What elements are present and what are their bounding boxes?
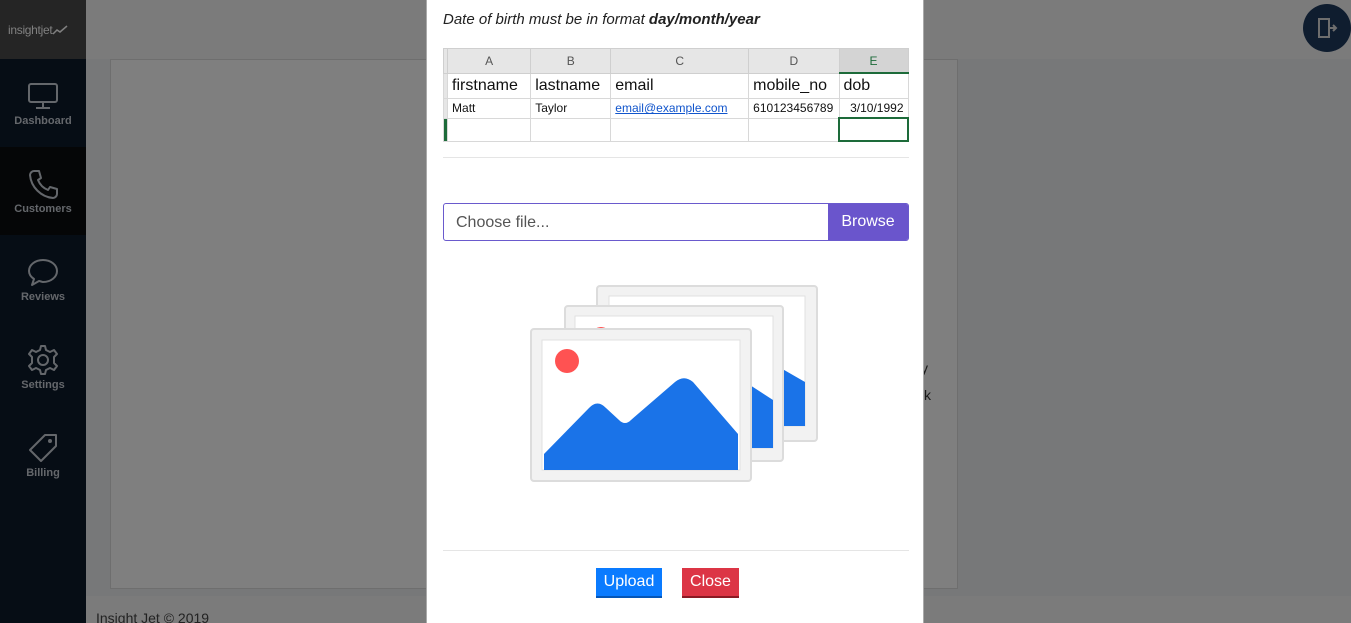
column-header: E [838, 48, 909, 75]
upload-modal: Date of birth must be in format day/mont… [426, 0, 924, 623]
sheet-cell: dob [838, 72, 909, 99]
column-header: C [610, 48, 750, 74]
sheet-cell: lastname [530, 72, 612, 99]
column-header: D [748, 48, 840, 74]
email-link: email@example.com [615, 101, 728, 116]
sheet-cell [610, 117, 750, 142]
dob-format-instruction: Date of birth must be in format day/mont… [443, 11, 760, 28]
divider [443, 157, 909, 158]
file-input[interactable]: Choose file... Browse [443, 203, 909, 241]
sheet-cell: Taylor [530, 97, 612, 119]
sheet-cell: 610123456789 [748, 97, 840, 119]
sheet-cell: email@example.com [610, 97, 750, 119]
sheet-cell [748, 117, 840, 142]
sheet-cell [838, 117, 909, 142]
sheet-cell [530, 117, 612, 142]
sheet-cell: mobile_no [748, 72, 840, 99]
sheet-cell: Matt [447, 97, 532, 119]
browse-button[interactable]: Browse [828, 204, 908, 240]
column-header: A [447, 48, 532, 74]
divider [443, 550, 909, 551]
column-header: B [530, 48, 612, 74]
image-placeholder-icon [530, 285, 818, 482]
sheet-cell: firstname [447, 72, 532, 99]
dob-format: day/month/year [648, 11, 760, 28]
sheet-cell: 3/10/1992 [838, 97, 909, 119]
file-input-placeholder[interactable]: Choose file... [444, 204, 828, 240]
sheet-cell [447, 117, 532, 142]
upload-button[interactable]: Upload [596, 568, 662, 598]
close-button[interactable]: Close [682, 568, 739, 598]
spreadsheet-example: A B C D E firstname lastname email mobil… [442, 48, 909, 142]
sheet-cell: email [610, 72, 750, 99]
